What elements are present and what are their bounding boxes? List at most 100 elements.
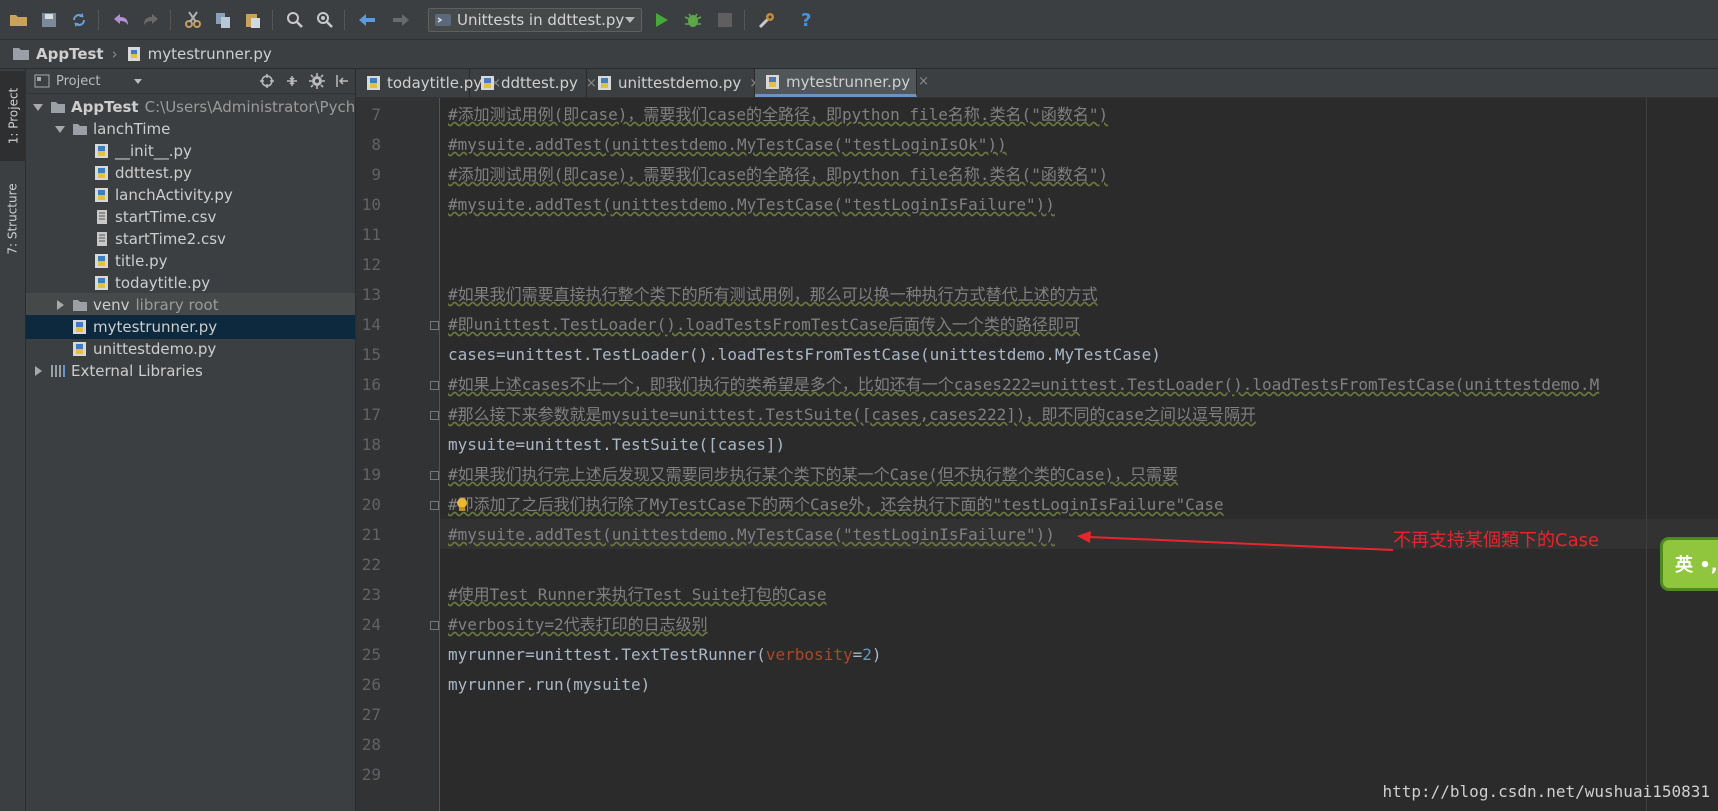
editor-tab[interactable]: ddttest.py ×: [470, 69, 597, 97]
line-number: 21: [361, 525, 381, 544]
fold-marker-icon[interactable]: [430, 501, 439, 510]
paste-icon[interactable]: [242, 9, 264, 31]
sync-icon[interactable]: [68, 9, 90, 31]
tree-item[interactable]: lanchActivity.py: [26, 183, 355, 207]
code-token: #如果我们需要直接执行整个类下的所有测试用例，那么可以换一种执行方式替代上述的方…: [448, 285, 1098, 304]
tree-item[interactable]: mytestrunner.py: [26, 315, 355, 339]
code-line: #mysuite.addTest(unittestdemo.MyTestCase…: [448, 190, 1055, 220]
tree-item[interactable]: todaytitle.py: [26, 271, 355, 295]
fold-marker-icon[interactable]: [430, 321, 439, 330]
locate-icon[interactable]: [258, 72, 276, 90]
stop-icon[interactable]: [714, 9, 736, 31]
replace-icon[interactable]: [314, 9, 336, 31]
close-icon[interactable]: ×: [918, 74, 929, 89]
gear-icon[interactable]: [308, 72, 326, 90]
tree-item-label: title.py: [115, 252, 168, 270]
text-file-icon: [94, 209, 110, 225]
expand-right-icon[interactable]: [32, 365, 44, 377]
project-view-selector[interactable]: Project: [56, 74, 100, 89]
debug-icon[interactable]: [682, 9, 704, 31]
fold-marker-icon[interactable]: [430, 621, 439, 630]
hide-panel-icon[interactable]: [333, 72, 351, 90]
save-icon[interactable]: [38, 9, 60, 31]
code-token: ): [871, 645, 882, 664]
ime-indicator[interactable]: 英 •,: [1660, 537, 1718, 591]
annotation-arrow: [1077, 531, 1394, 551]
redo-icon[interactable]: [140, 9, 162, 31]
tree-item-label: lanchActivity.py: [115, 186, 233, 204]
back-icon[interactable]: [356, 9, 378, 31]
lightbulb-icon[interactable]: [455, 497, 469, 517]
fold-marker-icon[interactable]: [430, 381, 439, 390]
tree-item[interactable]: External Libraries: [26, 359, 355, 383]
find-icon[interactable]: [284, 9, 306, 31]
tree-item[interactable]: lanchTime: [26, 117, 355, 141]
python-file-icon: [366, 75, 382, 91]
settings-icon[interactable]: [756, 9, 778, 31]
editor-tab-label: unittestdemo.py: [618, 74, 742, 92]
code-token: #mysuite.addTest(unittestdemo.MyTestCase…: [448, 525, 1055, 544]
structure-tool-tab[interactable]: 7: Structure: [0, 169, 26, 269]
python-file-icon: [480, 75, 496, 91]
editor-tab[interactable]: mytestrunner.py ×: [755, 69, 929, 97]
tree-item[interactable]: venv library root: [26, 293, 355, 317]
tree-item-label: todaytitle.py: [115, 274, 211, 292]
tree-item[interactable]: startTime.csv: [26, 205, 355, 229]
open-icon[interactable]: [8, 9, 30, 31]
project-tool-tab[interactable]: 1: Project: [0, 71, 26, 161]
tree-item[interactable]: __init__.py: [26, 139, 355, 163]
line-number: 9: [371, 165, 381, 184]
code-line: mysuite=unittest.TestSuite([cases]): [448, 430, 785, 460]
code-line: #verbosity=2代表打印的日志级别: [448, 610, 708, 640]
cut-icon[interactable]: [182, 9, 204, 31]
code-line: #即添加了之后我们执行除了MyTestCase下的两个Case外，还会执行下面的…: [448, 490, 1224, 520]
python-file-icon: [597, 75, 613, 91]
chevron-down-icon[interactable]: [134, 78, 143, 84]
code-token: #那么接下来参数就是mysuite=unittest.TestSuite([ca…: [448, 405, 1257, 424]
undo-icon[interactable]: [110, 9, 132, 31]
breadcrumb-project[interactable]: AppTest: [12, 45, 104, 63]
tree-item[interactable]: startTime2.csv: [26, 227, 355, 251]
fold-marker-icon[interactable]: [430, 411, 439, 420]
expand-down-icon[interactable]: [32, 101, 44, 113]
tree-item-label: ddttest.py: [115, 164, 192, 182]
editor-tab[interactable]: unittestdemo.py×: [587, 69, 760, 97]
python-file-icon: [765, 74, 781, 90]
fold-marker-icon[interactable]: [430, 471, 439, 480]
editor-tab[interactable]: todaytitle.py ×: [356, 69, 501, 97]
expand-down-icon[interactable]: [54, 123, 66, 135]
python-file-icon: [94, 165, 110, 181]
forward-icon[interactable]: [390, 9, 412, 31]
code-token: #mysuite.addTest(unittestdemo.MyTestCase…: [448, 135, 1007, 154]
tree-item[interactable]: title.py: [26, 249, 355, 273]
line-number: 7: [371, 105, 381, 124]
project-view-icon: [34, 74, 50, 88]
line-number: 24: [361, 615, 381, 634]
code-token: myrunner.run(mysuite): [448, 675, 651, 694]
tree-item[interactable]: unittestdemo.py: [26, 337, 355, 361]
help-icon[interactable]: ?: [795, 9, 817, 31]
tree-item-label: mytestrunner.py: [93, 318, 218, 336]
code-token: #添加测试用例(即case)，需要我们case的全路径，即python file…: [448, 165, 1109, 184]
run-icon[interactable]: [650, 9, 672, 31]
code-line: #如果上述cases不止一个，即我们执行的类希望是多个，比如还有一个cases2…: [448, 370, 1599, 400]
tree-item-label: External Libraries: [71, 362, 203, 380]
python-file-icon: [94, 187, 110, 203]
code-line: #如果我们执行完上述后发现又需要同步执行某个类下的某一个Case(但不执行整个类…: [448, 460, 1178, 490]
expand-right-icon[interactable]: [54, 299, 66, 311]
tree-item[interactable]: AppTest C:\Users\Administrator\Pych: [26, 95, 355, 119]
tree-item[interactable]: ddttest.py: [26, 161, 355, 185]
line-number: 13: [361, 285, 381, 304]
code-token: #verbosity=2代表打印的日志级别: [448, 615, 708, 634]
copy-icon[interactable]: [212, 9, 234, 31]
run-configuration-select[interactable]: Unittests in ddttest.py: [428, 8, 642, 32]
main-toolbar: Unittests in ddttest.py ?: [0, 0, 1718, 40]
annotation-label: 不再支持某個類下的Case: [1393, 530, 1600, 551]
code-token: cases=unittest.TestLoader().loadTestsFro…: [448, 345, 1161, 364]
breadcrumb-file[interactable]: mytestrunner.py: [126, 45, 272, 63]
collapse-all-icon[interactable]: [283, 72, 301, 90]
code-line: #添加测试用例(即case)，需要我们case的全路径，即python file…: [448, 160, 1108, 190]
